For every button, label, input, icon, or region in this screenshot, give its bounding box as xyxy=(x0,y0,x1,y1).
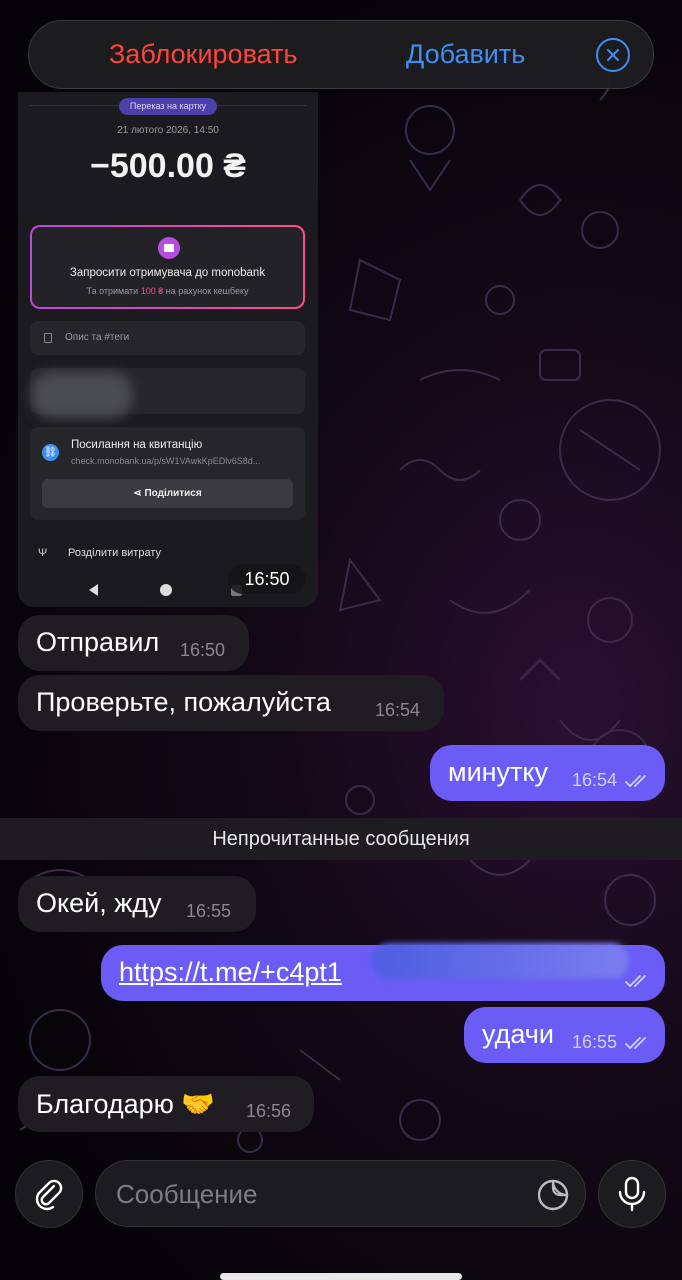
share-icon: ⋖ xyxy=(133,488,145,499)
read-checks-icon xyxy=(625,775,646,788)
message-text: Окей, жду xyxy=(36,888,162,918)
message-time: 16:50 xyxy=(180,640,226,660)
split-expense-row: Ψ Розділити витрату xyxy=(38,547,161,559)
read-checks-icon xyxy=(625,1037,646,1050)
unread-messages-divider: Непрочитанные сообщения xyxy=(0,818,682,860)
message-bubble-incoming[interactable]: Проверьте, пожалуйста 16:54 xyxy=(18,675,444,731)
message-bubble-incoming[interactable]: Благодарю 🤝 16:56 xyxy=(18,1076,314,1132)
nav-home-icon xyxy=(160,584,172,596)
microphone-icon[interactable] xyxy=(598,1160,666,1228)
image-message[interactable]: Переказ на картку 21 лютого 2026, 14:50 … xyxy=(18,92,318,607)
message-input-container xyxy=(95,1160,586,1227)
invite-subtitle: Та отримати 100 ₴ на рахунок кешбеку xyxy=(32,286,303,296)
invite-sub-prefix: Та отримати xyxy=(86,286,141,296)
message-time: 16:50 xyxy=(228,564,306,594)
nav-back-icon xyxy=(89,584,98,596)
message-text: Благодарю 🤝 xyxy=(36,1089,216,1119)
message-bubble-incoming[interactable]: Окей, жду 16:55 xyxy=(18,876,256,932)
invite-sub-suffix: на рахунок кешбеку xyxy=(163,286,249,296)
receipt-title: Посилання на квитанцію xyxy=(71,439,203,451)
transfer-type-chip: Переказ на картку xyxy=(119,98,217,115)
message-text: минутку xyxy=(448,757,549,787)
message-bubble-outgoing[interactable]: минутку 16:54 xyxy=(430,745,665,801)
message-bubble-incoming[interactable]: Отправил 16:50 xyxy=(18,615,249,671)
message-time: 16:55 xyxy=(572,1032,618,1052)
receipt-link-card: ⛓ Посилання на квитанцію check.monobank.… xyxy=(30,427,305,520)
invite-recipient-card: Запросити отримувача до monobank Та отри… xyxy=(30,225,305,309)
description-field: Опис та #теги xyxy=(30,321,305,355)
invite-title: Запросити отримувача до monobank xyxy=(69,267,266,279)
message-time: 16:56 xyxy=(246,1101,292,1121)
message-link[interactable]: https://t.me/+c4pt1 xyxy=(119,957,342,988)
close-icon[interactable] xyxy=(596,38,630,72)
link-icon: ⛓ xyxy=(42,444,59,461)
redacted-card xyxy=(30,368,305,418)
paperclip-icon[interactable] xyxy=(15,1160,83,1228)
contact-action-bar: Заблокировать Добавить xyxy=(28,20,654,89)
receipt-url: check.monobank.ua/p/sW1VAwkKpEDlv6S8d... xyxy=(71,456,261,466)
message-time: 16:54 xyxy=(375,700,421,720)
note-icon xyxy=(44,333,52,343)
share-label: Поділитися xyxy=(144,488,202,499)
split-label: Розділити витрату xyxy=(68,547,161,559)
gift-icon xyxy=(158,237,180,259)
share-button: ⋖ Поділитися xyxy=(42,479,293,508)
message-bubble-outgoing[interactable]: удачи 16:55 xyxy=(464,1007,665,1063)
message-input[interactable] xyxy=(116,1175,516,1213)
message-text: Проверьте, пожалуйста xyxy=(36,687,331,717)
sticker-icon[interactable] xyxy=(536,1178,570,1212)
read-checks-icon xyxy=(625,975,646,988)
transaction-date: 21 лютого 2026, 14:50 xyxy=(117,125,219,136)
home-indicator[interactable] xyxy=(220,1273,462,1280)
fork-icon: Ψ xyxy=(38,547,48,559)
block-button[interactable]: Заблокировать xyxy=(109,39,297,70)
redaction-blur xyxy=(32,372,132,418)
message-text: Отправил xyxy=(36,627,160,657)
message-text: удачи xyxy=(482,1019,554,1049)
transaction-amount: −500.00 ₴ xyxy=(90,147,246,185)
invite-bonus: 100 ₴ xyxy=(140,286,164,296)
message-time: 16:54 xyxy=(572,770,618,790)
redaction-blur xyxy=(373,943,628,979)
message-time: 16:55 xyxy=(186,901,232,921)
add-contact-button[interactable]: Добавить xyxy=(406,39,525,70)
description-placeholder: Опис та #теги xyxy=(65,332,130,343)
